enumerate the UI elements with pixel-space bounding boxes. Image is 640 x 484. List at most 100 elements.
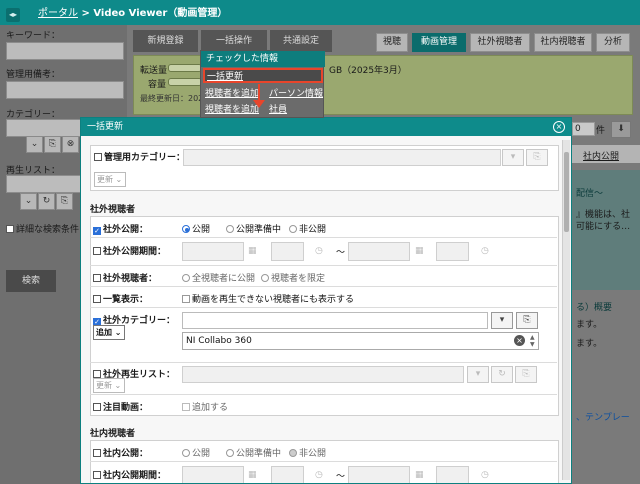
menu-item-bulk-update[interactable]: 一括更新 (207, 69, 243, 82)
playlist-copy-icon[interactable]: ⎘ (56, 193, 73, 210)
snippet-3: 可能にする… (576, 222, 631, 232)
collapse-sidebar-icon[interactable]: ◂▸ (6, 8, 20, 22)
int-period-end-date[interactable] (348, 466, 410, 483)
period-tilde: 〜 (336, 248, 346, 258)
calendar-icon[interactable]: ▦ (248, 470, 257, 480)
ext-period-start-date[interactable] (182, 242, 244, 261)
snippet-5: ます。 (576, 320, 603, 330)
detail-conditions[interactable]: 詳細な検索条件 (6, 222, 79, 235)
int-period-start-time[interactable] (271, 466, 304, 483)
ext-category-selected-list[interactable]: NI Collabo 360 × ▲ ▼ (182, 332, 539, 350)
int-period-start-date[interactable] (182, 466, 244, 483)
admin-category-checkbox-icon[interactable] (94, 153, 102, 161)
clock-icon[interactable]: ◷ (481, 246, 489, 256)
ext-viewer-option-all[interactable]: 全視聴者に公開 (182, 271, 255, 284)
external-viewers-section: 社外視聴者 (90, 205, 136, 215)
ext-playlist-dropdown-icon[interactable]: ▾ (467, 366, 489, 383)
scrollbar-thumb[interactable] (564, 152, 569, 232)
calendar-icon[interactable]: ▦ (415, 470, 424, 480)
int-public-option-preparing[interactable]: 公開準備中 (226, 446, 281, 459)
calendar-icon[interactable]: ▦ (415, 246, 424, 256)
ext-period-end-time[interactable] (436, 242, 469, 261)
featured-text: 注目動画： (103, 403, 149, 413)
ext-public-option-preparing-label: 公開準備中 (236, 225, 282, 235)
remove-category-icon[interactable]: × (514, 335, 525, 346)
ext-period-end-date[interactable] (348, 242, 410, 261)
row-external-period: 社外公開期間： ▦ ◷ 〜 ▦ ◷ (90, 238, 557, 266)
list-display-option[interactable]: 動画を再生できない視聴者にも表示する (182, 292, 354, 305)
internal-public-column[interactable]: 社内公開 (583, 149, 619, 162)
featured-checkbox-icon[interactable] (93, 403, 101, 411)
admin-category-dropdown-icon[interactable]: ▾ (502, 149, 524, 166)
radio-icon (289, 449, 297, 457)
tab-view[interactable]: 視聴 (376, 33, 408, 52)
tab-video-management[interactable]: 動画管理 (412, 33, 466, 52)
count-select[interactable]: 0 (572, 122, 595, 136)
ext-public-option-preparing[interactable]: 公開準備中 (226, 222, 281, 235)
calendar-icon[interactable]: ▦ (248, 246, 257, 256)
reorder-arrows-icon[interactable]: ▲ ▼ (530, 334, 535, 348)
playlist-dropdown-icon[interactable]: ⌄ (20, 193, 37, 210)
search-button[interactable]: 検索 (6, 270, 56, 292)
ext-viewer-checkbox-icon[interactable] (93, 274, 101, 282)
ext-viewer-option-limited[interactable]: 視聴者を限定 (261, 271, 325, 284)
int-period-end-time[interactable] (436, 466, 469, 483)
download-icon[interactable]: ⬇ (611, 121, 631, 138)
radio-icon (226, 225, 234, 233)
new-register-button[interactable]: 新規登録 (133, 30, 198, 52)
category-dropdown-icon[interactable]: ⌄ (26, 136, 43, 153)
featured-option[interactable]: 追加する (182, 400, 228, 413)
common-settings-button[interactable]: 共通設定 (270, 30, 332, 52)
ext-period-start-time[interactable] (271, 242, 304, 261)
int-public-checkbox-icon[interactable] (93, 449, 101, 457)
ext-category-input[interactable] (182, 312, 488, 329)
int-public-option-private[interactable]: 非公開 (289, 446, 326, 459)
ext-playlist-checkbox-icon[interactable] (93, 370, 101, 378)
tab-analytics[interactable]: 分析 (596, 33, 630, 52)
menu-item-add-viewer[interactable]: 視聴者を追加 (205, 86, 259, 99)
list-display-checkbox-icon[interactable] (93, 295, 101, 303)
close-icon[interactable]: × (553, 121, 565, 133)
int-public-text: 社内公開： (103, 449, 149, 459)
dialog-title: 一括更新 (81, 118, 571, 136)
dialog-scrollbar[interactable] (562, 140, 570, 480)
ext-category-mode-select[interactable]: 追加 ⌄ (93, 325, 125, 340)
ext-period-checkbox-icon[interactable] (93, 247, 101, 255)
ext-playlist-mode-select[interactable]: 更新 ⌄ (93, 378, 125, 393)
ext-playlist-copy-icon[interactable]: ⎘ (515, 366, 537, 383)
ext-public-option-private[interactable]: 非公開 (289, 222, 326, 235)
clock-icon[interactable]: ◷ (315, 470, 323, 480)
category-copy-icon[interactable]: ⎘ (44, 136, 61, 153)
admin-note-input[interactable] (6, 81, 124, 99)
breadcrumb-portal-link[interactable]: ポータル (38, 8, 78, 19)
ext-public-checkbox-icon[interactable]: ✓ (93, 227, 101, 235)
menu-item-add-viewer-2[interactable]: 視聴者を追加 (205, 102, 259, 115)
capacity-label: 容量 (148, 80, 167, 90)
admin-category-mode-select[interactable]: 更新 ⌄ (94, 172, 126, 187)
ext-category-dropdown-icon[interactable]: ▾ (491, 312, 513, 329)
top-bar: ◂▸ ポータル > Video Viewer（動画管理） (0, 0, 640, 25)
category-clear-icon[interactable]: ⊗ (62, 136, 79, 153)
ext-playlist-input[interactable] (182, 366, 464, 383)
row-external-public: ✓ 社外公開： 公開 公開準備中 非公開 (90, 217, 557, 238)
keyword-input[interactable] (6, 42, 124, 60)
menu-item-persona-info[interactable]: パーソン情報 (269, 86, 323, 99)
tab-external-viewers[interactable]: 社外視聴者 (470, 33, 530, 52)
admin-category-input[interactable] (183, 149, 501, 166)
tab-internal-viewers[interactable]: 社内視聴者 (534, 33, 592, 52)
clock-icon[interactable]: ◷ (315, 246, 323, 256)
ext-category-copy-icon[interactable]: ⎘ (516, 312, 538, 329)
int-period-text: 社内公開期間： (103, 471, 167, 481)
clock-icon[interactable]: ◷ (481, 470, 489, 480)
bulk-operation-button[interactable]: 一括操作 (201, 30, 267, 52)
ext-playlist-reset-icon[interactable]: ↻ (491, 366, 513, 383)
playlist-reset-icon[interactable]: ↻ (38, 193, 55, 210)
list-display-label: 一覧表示： (93, 292, 148, 305)
detail-checkbox-icon[interactable] (6, 225, 14, 233)
int-period-checkbox-icon[interactable] (93, 471, 101, 479)
admin-category-copy-icon[interactable]: ⎘ (526, 149, 548, 166)
ext-public-option-public[interactable]: 公開 (182, 222, 210, 235)
menu-item-staff[interactable]: 社員 (269, 102, 287, 115)
int-public-option-public[interactable]: 公開 (182, 446, 210, 459)
template-link[interactable]: 、テンプレー (576, 410, 630, 423)
